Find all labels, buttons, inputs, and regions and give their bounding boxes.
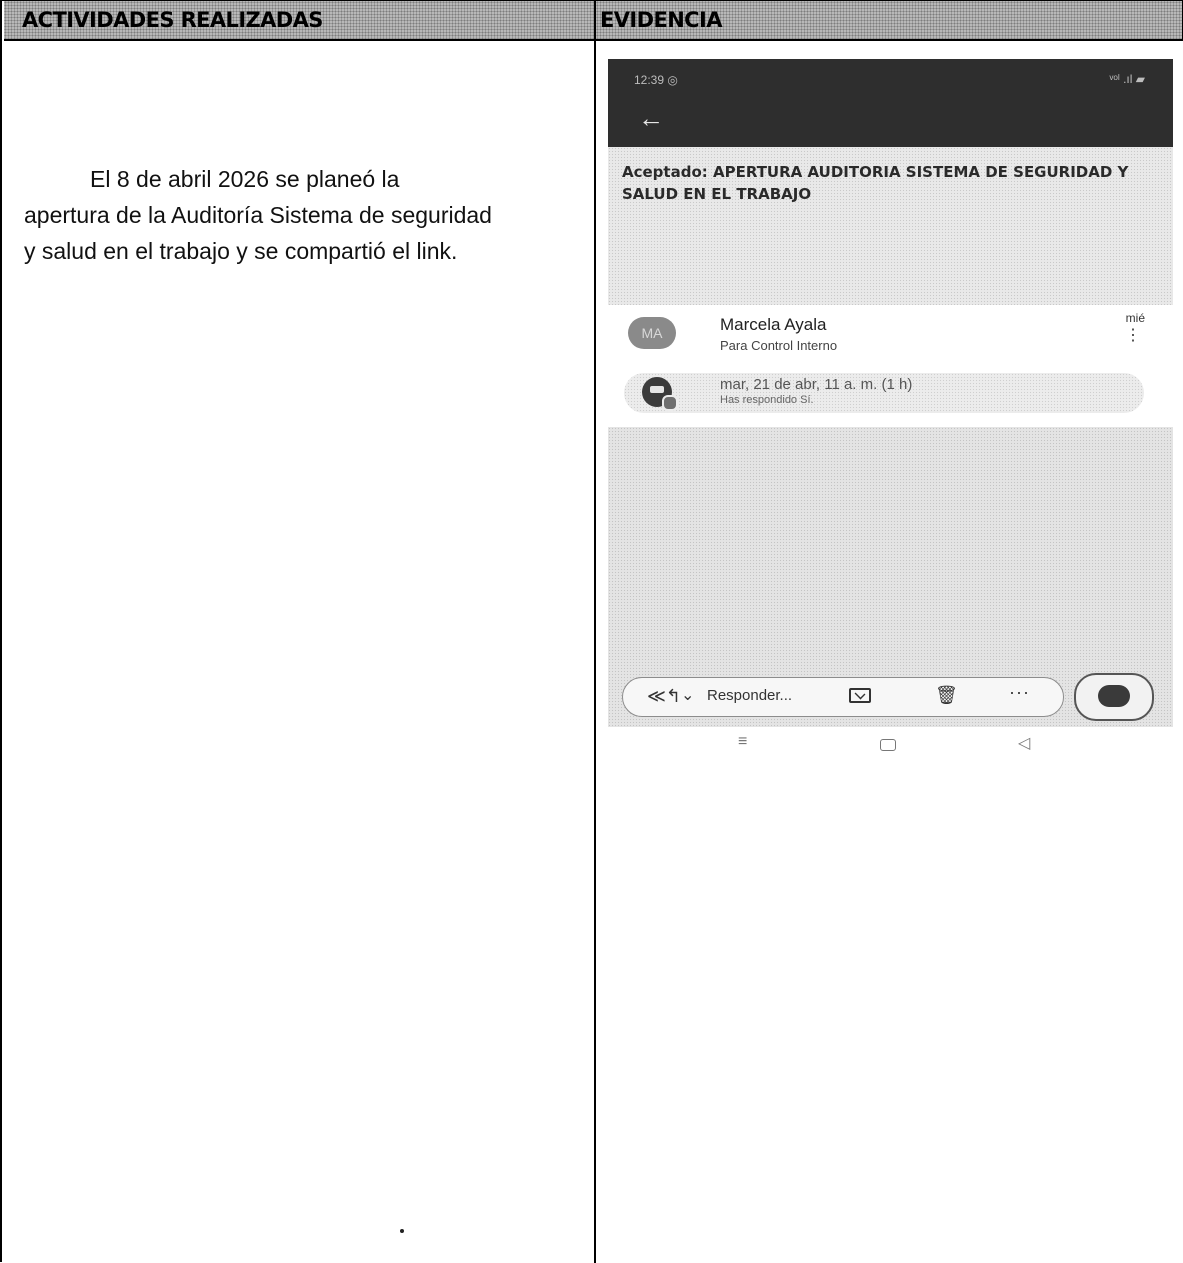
- evidence-table: ACTIVIDADES REALIZADAS EVIDENCIA El 8 de…: [0, 0, 1183, 1263]
- activity-line-3: y salud en el trabajo y se compartió el …: [24, 238, 458, 264]
- reply-all-icon[interactable]: ≪↰: [647, 686, 681, 707]
- android-nav-bar: ≡ ◁: [608, 727, 1173, 769]
- table-header-row: ACTIVIDADES REALIZADAS EVIDENCIA: [2, 1, 1183, 43]
- copilot-icon[interactable]: [1074, 673, 1154, 721]
- activity-description: El 8 de abril 2026 se planeó la apertura…: [24, 161, 584, 269]
- kebab-icon[interactable]: ⋮: [1125, 328, 1141, 344]
- calendar-icon: [642, 377, 678, 411]
- column-divider: [594, 1, 596, 1263]
- email-header: MA Marcela Ayala Para Control Interno mi…: [608, 305, 1173, 427]
- nav-menu-icon[interactable]: ≡: [738, 733, 747, 751]
- header-cell-activities: ACTIVIDADES REALIZADAS: [4, 1, 594, 41]
- email-subject-area: Aceptado: APERTURA AUDITORIA SISTEMA DE …: [608, 147, 1173, 305]
- email-day: mié: [1125, 311, 1145, 325]
- header-cell-evidence: EVIDENCIA: [596, 1, 1183, 41]
- email-action-bar: ≪↰ ⌄ Responder... 🗑 ···: [622, 677, 1064, 717]
- avatar[interactable]: MA: [628, 317, 676, 349]
- email-subject: Aceptado: APERTURA AUDITORIA SISTEMA DE …: [622, 163, 1129, 203]
- event-date: mar, 21 de abr, 11 a. m. (1 h): [720, 376, 913, 393]
- more-icon[interactable]: ···: [1009, 682, 1030, 703]
- mail-icon[interactable]: [849, 688, 871, 703]
- activity-line-1: El 8 de abril 2026 se planeó la: [90, 166, 400, 192]
- phone-screenshot: 12:39 ◎ ᵛᵒˡ .ıl ▰ ← Aceptado: APERTURA A…: [608, 59, 1173, 769]
- nav-home-icon[interactable]: [880, 739, 896, 751]
- nav-back-icon[interactable]: ◁: [1018, 733, 1030, 753]
- back-arrow-icon[interactable]: ←: [638, 105, 664, 131]
- status-time: 12:39 ◎: [634, 73, 678, 87]
- event-response-status: Has respondido Sí.: [720, 394, 814, 406]
- stray-mark: [400, 1229, 404, 1233]
- header-activities-label: ACTIVIDADES REALIZADAS: [22, 8, 323, 32]
- calendar-event-chip[interactable]: mar, 21 de abr, 11 a. m. (1 h) Has respo…: [624, 373, 1144, 413]
- reply-button[interactable]: Responder...: [707, 687, 792, 704]
- phone-status-bar: 12:39 ◎ ᵛᵒˡ .ıl ▰ ←: [608, 59, 1173, 147]
- chevron-down-icon[interactable]: ⌄: [681, 685, 694, 705]
- sender-name: Marcela Ayala: [720, 315, 827, 334]
- header-evidence-label: EVIDENCIA: [600, 8, 722, 32]
- status-icons: ᵛᵒˡ .ıl ▰: [1109, 72, 1145, 86]
- trash-icon[interactable]: 🗑: [935, 685, 958, 706]
- recipient-line: Para Control Interno: [720, 338, 838, 353]
- activity-line-2: apertura de la Auditoría Sistema de segu…: [24, 202, 492, 228]
